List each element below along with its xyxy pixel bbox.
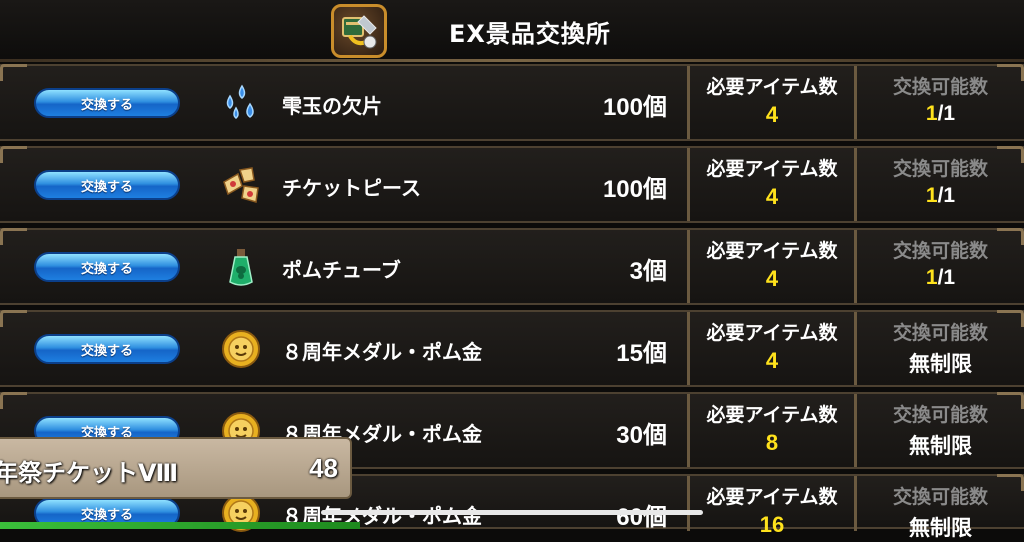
exchange-button[interactable]: 交換する [34,252,180,282]
list-item: 交換する ポムチューブ 3個 必要アイテム数 4 交換可能数 1/1 [0,228,1024,305]
required-items-value: 4 [765,348,779,373]
exchangeable-label: 交換可能数 [892,158,988,180]
ticket-balance-panel: 年祭チケットⅧ 48 [0,437,352,499]
list-item: 交換する チケットピース 100個 必要アイテム数 4 交換可能数 1/1 [0,146,1024,223]
required-items-label: 必要アイテム数 [706,404,838,426]
required-items-label: 必要アイテム数 [706,240,838,262]
required-items-value: 16 [759,512,785,537]
exchangeable-value: 無制限 [909,353,972,376]
green-potion-tube-icon [220,246,262,288]
exchangeable-value: 1/1 [925,184,956,207]
list-item: 交換する ８周年メダル・ポム金 15個 必要アイテム数 4 交換可能数 無制限 [0,310,1024,387]
item-quantity: 100個 [602,94,667,121]
exchangeable-value: 無制限 [909,517,972,540]
exchangeable-label: 交換可能数 [892,76,988,98]
item-name: ポムチューブ [282,258,401,282]
page-title: EX景品交換所 [449,20,611,48]
required-items-value: 4 [765,266,779,291]
exchangeable-label: 交換可能数 [892,486,988,508]
exchangeable-label: 交換可能数 [892,404,988,426]
ticket-pieces-icon [220,164,262,206]
required-items-label: 必要アイテム数 [706,486,838,508]
item-name: チケットピース [282,176,421,200]
header-divider [0,59,1024,62]
required-items-label: 必要アイテム数 [706,76,838,98]
exchange-button[interactable]: 交換する [34,88,180,118]
required-items-label: 必要アイテム数 [706,158,838,180]
item-name: 雫玉の欠片 [282,94,382,118]
exchangeable-value: 1/1 [925,102,956,125]
required-items-value: 4 [765,102,779,127]
exchangeable-label: 交換可能数 [892,240,988,262]
item-quantity: 30個 [616,422,667,449]
exchange-button[interactable]: 交換する [34,170,180,200]
shop-exchange-icon [331,4,387,58]
exchangeable-value: 1/1 [925,266,956,289]
exchangeable-label: 交換可能数 [892,322,988,344]
exchange-button[interactable]: 交換する [34,334,180,364]
item-name: ８周年メダル・ポム金 [282,340,482,364]
home-indicator[interactable] [321,510,703,515]
ticket-count: 48 [309,453,338,483]
required-items-value: 8 [765,430,779,455]
ticket-name: 年祭チケットⅧ [0,459,179,487]
item-quantity: 15個 [616,340,667,367]
gold-medal-icon [220,328,262,370]
exchangeable-value: 無制限 [909,435,972,458]
required-items-value: 4 [765,184,779,209]
header-bar: EX景品交換所 [0,0,1024,62]
list-item: 交換する 雫玉の欠片 100個 必要アイテム数 4 交換可能数 1/1 [0,64,1024,141]
item-quantity: 3個 [629,258,667,285]
item-quantity: 100個 [602,176,667,203]
required-items-label: 必要アイテム数 [706,322,838,344]
progress-bar [0,522,360,529]
blue-gem-shards-icon [220,82,262,124]
